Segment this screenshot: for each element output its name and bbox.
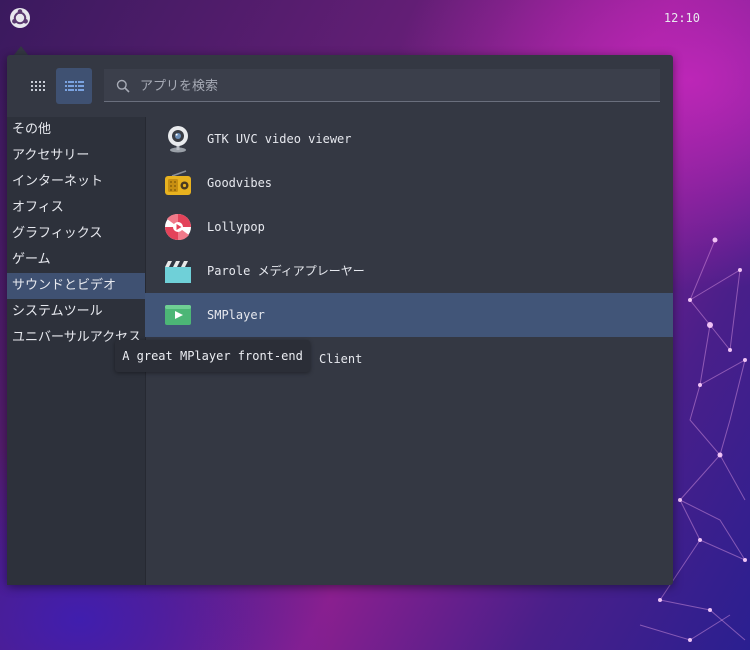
app-label: Parole メディアプレーヤー [207,264,365,278]
app-label: SMPlayer [207,308,265,322]
list-view-button[interactable] [56,68,92,104]
list-view-icon [64,81,84,91]
search-input[interactable] [138,69,642,103]
clapperboard-icon [165,261,191,283]
category-sound-and-video[interactable]: サウンドとビデオ [7,273,145,299]
app-label: Lollypop [207,220,265,234]
app-label: GTK UVC video viewer [207,132,352,146]
top-panel: 12:10 [0,0,750,38]
ubuntu-budgie-logo-icon[interactable] [9,7,31,29]
category-graphics[interactable]: グラフィックス [7,221,145,247]
category-accessories[interactable]: アクセサリー [7,143,145,169]
search-box[interactable] [104,69,660,103]
app-lollypop[interactable]: Lollypop [145,205,673,249]
app-label: Goodvibes [207,176,273,190]
app-smplayer[interactable]: SMPlayer [145,293,673,337]
app-label: Client [319,352,363,366]
app-tooltip: A great MPlayer front-end [115,340,310,372]
grid-view-button[interactable] [20,68,56,104]
category-office[interactable]: オフィス [7,195,145,221]
radio-icon [165,170,191,195]
category-system-tools[interactable]: システムツール [7,299,145,325]
category-internet[interactable]: インターネット [7,169,145,195]
app-gtk-uvc-video-viewer[interactable]: GTK UVC video viewer [145,117,673,161]
play-icon [165,305,191,325]
application-menu: その他 アクセサリー インターネット オフィス グラフィックス ゲーム サウンド… [7,55,673,585]
grid-view-icon [31,81,45,91]
app-parole-media-player[interactable]: Parole メディアプレーヤー [145,249,673,293]
webcam-icon [168,126,188,153]
search-icon [116,79,130,93]
app-goodvibes[interactable]: Goodvibes [145,161,673,205]
clock[interactable]: 12:10 [664,11,700,25]
category-other[interactable]: その他 [7,117,145,143]
lollypop-icon [165,213,191,241]
menu-pointer [14,46,28,55]
category-games[interactable]: ゲーム [7,247,145,273]
